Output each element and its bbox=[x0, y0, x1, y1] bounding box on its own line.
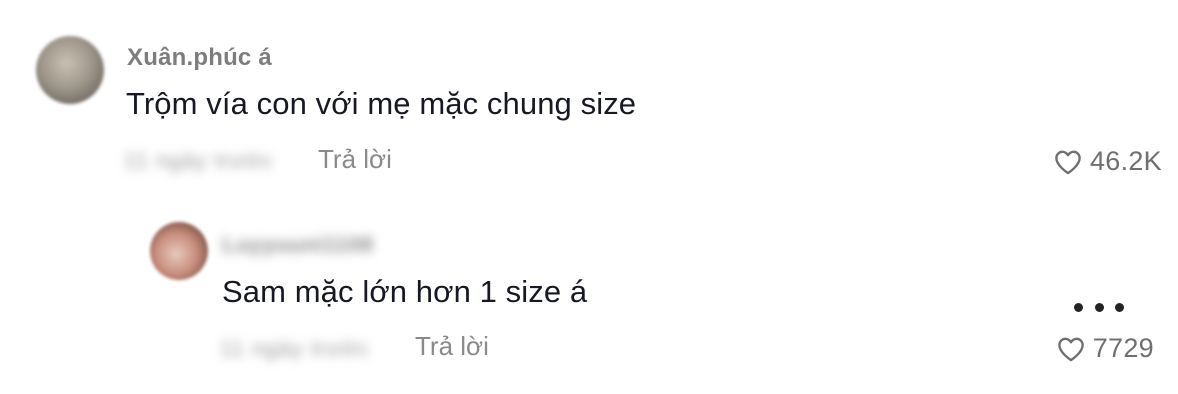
like-button[interactable]: 46.2K bbox=[1054, 146, 1162, 177]
comment-text: Trộm vía con với mẹ mặc chung size bbox=[126, 86, 637, 121]
like-count: 46.2K bbox=[1089, 146, 1162, 176]
more-options-icon[interactable] bbox=[1074, 296, 1124, 318]
reply-username[interactable]: Luyyuuni1108 bbox=[222, 232, 374, 258]
more-dot bbox=[1094, 302, 1104, 312]
more-dot bbox=[1074, 302, 1083, 312]
reply-date: 11 ngày trước bbox=[220, 336, 370, 361]
heart-outline-icon bbox=[1057, 337, 1084, 361]
reply-to-reply-button[interactable]: Trả lời bbox=[415, 331, 489, 362]
reply-text: Sam mặc lớn hơn 1 size á bbox=[222, 274, 588, 309]
heart-outline-icon bbox=[1055, 150, 1081, 174]
comment-date: 11 ngày trước bbox=[124, 148, 274, 173]
reply-button[interactable]: Trả lời bbox=[318, 144, 392, 175]
comment-thread: Xuân.phúc á Trộm vía con với mẹ mặc chun… bbox=[0, 0, 1178, 363]
more-dot bbox=[1115, 302, 1124, 312]
reply-avatar[interactable] bbox=[150, 222, 208, 280]
reply-like-button[interactable]: 7729 bbox=[1057, 333, 1154, 364]
commenter-username[interactable]: Xuân.phúc á bbox=[127, 44, 272, 72]
reply-like-count: 7729 bbox=[1092, 333, 1154, 363]
commenter-avatar[interactable] bbox=[36, 36, 104, 104]
